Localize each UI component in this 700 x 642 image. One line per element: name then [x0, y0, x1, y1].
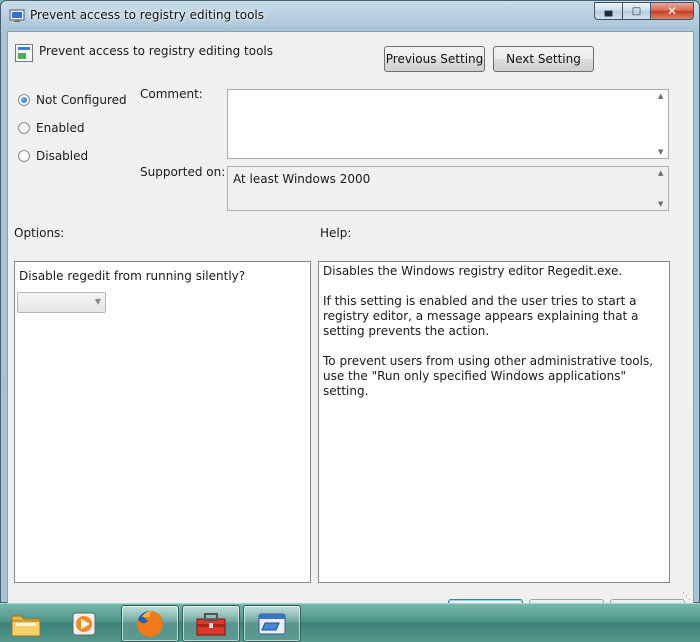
window-title: Prevent access to registry editing tools: [30, 8, 264, 22]
next-setting-button[interactable]: Next Setting: [493, 46, 594, 72]
window-app-icon: [258, 613, 286, 634]
taskbar-item-explorer[interactable]: [4, 605, 48, 642]
disable-regedit-label: Disable regedit from running silently?: [19, 269, 246, 283]
radio-enabled[interactable]: Enabled: [18, 121, 85, 135]
minimize-button[interactable]: ▄: [594, 2, 622, 20]
help-label: Help:: [320, 226, 352, 240]
scroll-up-icon[interactable]: ▲: [658, 169, 663, 177]
options-panel: Disable regedit from running silently? ▼: [14, 261, 311, 583]
comment-textarea[interactable]: ▲ ▼: [227, 89, 669, 159]
taskbar-item-media-player[interactable]: [62, 605, 106, 642]
maximize-icon: □: [631, 5, 642, 17]
radio-label: Disabled: [36, 149, 89, 163]
close-button[interactable]: ✕: [650, 2, 694, 20]
previous-setting-button[interactable]: Previous Setting: [384, 46, 485, 72]
toolbox-icon: [196, 612, 226, 635]
minimize-icon: ▄: [604, 5, 613, 17]
supported-scrollbar[interactable]: ▲ ▼: [656, 167, 668, 210]
taskbar-item-firefox[interactable]: [121, 605, 179, 642]
scroll-down-icon[interactable]: ▼: [658, 148, 663, 156]
folder-icon: [11, 615, 41, 636]
taskbar-item-policy-editor[interactable]: [243, 605, 301, 642]
radio-label: Enabled: [36, 121, 85, 135]
scroll-down-icon[interactable]: ▼: [658, 200, 663, 208]
dialog-client-area: Prevent access to registry editing tools…: [7, 31, 694, 609]
help-panel: Disables the Windows registry editor Reg…: [318, 261, 670, 583]
radio-button-icon[interactable]: [18, 94, 30, 106]
maximize-button[interactable]: □: [622, 2, 650, 20]
title-bar[interactable]: Prevent access to registry editing tools…: [1, 1, 699, 31]
disable-regedit-select[interactable]: ▼: [17, 292, 106, 313]
resize-grip-icon[interactable]: ⋱: [682, 592, 691, 602]
options-label: Options:: [14, 226, 65, 240]
supported-on-field: At least Windows 2000 ▲ ▼: [227, 166, 669, 211]
radio-button-icon[interactable]: [18, 150, 30, 162]
comment-label: Comment:: [140, 87, 203, 101]
supported-on-label: Supported on:: [140, 165, 226, 179]
dialog-window: Prevent access to registry editing tools…: [0, 0, 700, 609]
close-icon: ✕: [666, 4, 678, 18]
firefox-icon: [137, 610, 163, 637]
radio-disabled[interactable]: Disabled: [18, 149, 88, 163]
supported-on-value: At least Windows 2000: [233, 172, 371, 186]
policy-title: Prevent access to registry editing tools: [39, 44, 273, 58]
comment-scrollbar[interactable]: ▲ ▼: [656, 90, 668, 158]
help-text: Disables the Windows registry editor Reg…: [323, 264, 655, 414]
help-paragraph: To prevent users from using other admini…: [323, 354, 654, 398]
radio-label: Not Configured: [36, 93, 127, 107]
chevron-down-icon: ▼: [94, 297, 101, 306]
taskbar-item-toolbox[interactable]: [182, 605, 240, 642]
taskbar: [0, 603, 700, 642]
media-player-icon: [72, 612, 96, 635]
policy-app-icon: [9, 9, 25, 22]
caption-buttons: ▄ □ ✕: [594, 2, 694, 20]
radio-button-icon[interactable]: [18, 122, 30, 134]
scroll-up-icon[interactable]: ▲: [658, 92, 663, 100]
policy-setting-icon: [15, 44, 33, 62]
help-paragraph: If this setting is enabled and the user …: [323, 294, 639, 338]
radio-not-configured[interactable]: Not Configured: [18, 93, 127, 107]
help-paragraph: Disables the Windows registry editor Reg…: [323, 264, 623, 278]
